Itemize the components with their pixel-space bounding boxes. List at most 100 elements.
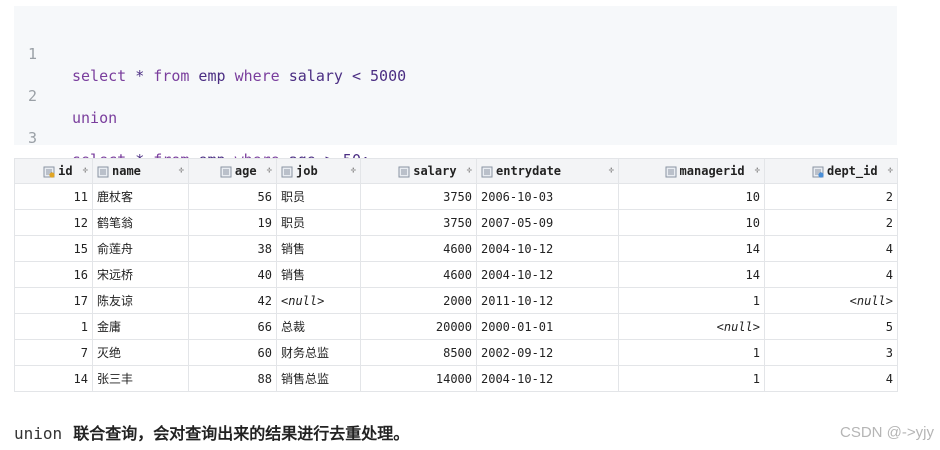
cell-entrydate[interactable]: 2004-10-12 bbox=[476, 261, 619, 288]
cell-managerid[interactable]: 10 bbox=[618, 209, 765, 236]
sql-token: * bbox=[126, 67, 154, 85]
sort-icon[interactable]: ÷ bbox=[179, 166, 184, 176]
cell-salary[interactable]: 3750 bbox=[360, 209, 477, 236]
cell-dept_id[interactable]: 5 bbox=[764, 313, 898, 340]
cell-salary[interactable]: 2000 bbox=[360, 287, 477, 314]
sort-icon[interactable]: ÷ bbox=[888, 166, 893, 176]
cell-dept_id[interactable]: <null> bbox=[764, 287, 898, 314]
cell-dept_id[interactable]: 4 bbox=[764, 235, 898, 262]
cell-salary[interactable]: 3750 bbox=[360, 183, 477, 210]
cell-job[interactable]: 销售总监 bbox=[276, 365, 361, 392]
sort-icon[interactable]: ÷ bbox=[267, 166, 272, 176]
column-header-label: job bbox=[296, 164, 318, 178]
table-row[interactable]: 14 张三丰 88 销售总监 14000 2004-10-12 1 4 bbox=[14, 365, 898, 392]
cell-name[interactable]: 陈友谅 bbox=[92, 287, 189, 314]
cell-entrydate[interactable]: 2004-10-12 bbox=[476, 235, 619, 262]
cell-age[interactable]: 38 bbox=[188, 235, 277, 262]
cell-job[interactable]: 销售 bbox=[276, 235, 361, 262]
table-row[interactable]: 12 鹤笔翁 19 职员 3750 2007-05-09 10 2 bbox=[14, 209, 898, 236]
cell-name[interactable]: 金庸 bbox=[92, 313, 189, 340]
cell-managerid[interactable]: 14 bbox=[618, 235, 765, 262]
sort-icon[interactable]: ÷ bbox=[467, 166, 472, 176]
table-row[interactable]: 1 金庸 66 总裁 20000 2000-01-01 <null> 5 bbox=[14, 313, 898, 340]
column-header-label: name bbox=[112, 164, 141, 178]
cell-age[interactable]: 88 bbox=[188, 365, 277, 392]
cell-age[interactable]: 42 bbox=[188, 287, 277, 314]
cell-managerid[interactable]: 1 bbox=[618, 287, 765, 314]
column-icon bbox=[481, 164, 493, 178]
cell-dept_id[interactable]: 2 bbox=[764, 183, 898, 210]
cell-salary[interactable]: 4600 bbox=[360, 261, 477, 288]
cell-name[interactable]: 鹤笔翁 bbox=[92, 209, 189, 236]
cell-entrydate[interactable]: 2004-10-12 bbox=[476, 365, 619, 392]
table-row[interactable]: 7 灭绝 60 财务总监 8500 2002-09-12 1 3 bbox=[14, 339, 898, 366]
cell-id[interactable]: 17 bbox=[14, 287, 93, 314]
sql-keyword: where bbox=[234, 67, 280, 85]
column-header-managerid[interactable]: managerid ÷ bbox=[618, 158, 765, 184]
cell-dept_id[interactable]: 4 bbox=[764, 365, 898, 392]
cell-job[interactable]: <null> bbox=[276, 287, 361, 314]
cell-dept_id[interactable]: 2 bbox=[764, 209, 898, 236]
cell-id[interactable]: 11 bbox=[14, 183, 93, 210]
cell-id[interactable]: 7 bbox=[14, 339, 93, 366]
cell-managerid[interactable]: 10 bbox=[618, 183, 765, 210]
sort-icon[interactable]: ÷ bbox=[351, 166, 356, 176]
column-header-salary[interactable]: salary ÷ bbox=[360, 158, 477, 184]
sql-keyword: select bbox=[72, 67, 127, 85]
cell-entrydate[interactable]: 2000-01-01 bbox=[476, 313, 619, 340]
code-line-2: 2 union bbox=[14, 63, 117, 127]
description-text: 联合查询，会对查询出来的结果进行去重处理。 bbox=[73, 424, 410, 443]
cell-job[interactable]: 总裁 bbox=[276, 313, 361, 340]
column-header-name[interactable]: name ÷ bbox=[92, 158, 189, 184]
cell-entrydate[interactable]: 2007-05-09 bbox=[476, 209, 619, 236]
sort-icon[interactable]: ÷ bbox=[83, 166, 88, 176]
cell-name[interactable]: 俞莲舟 bbox=[92, 235, 189, 262]
cell-age[interactable]: 56 bbox=[188, 183, 277, 210]
column-icon bbox=[398, 164, 410, 178]
cell-salary[interactable]: 20000 bbox=[360, 313, 477, 340]
cell-age[interactable]: 60 bbox=[188, 339, 277, 366]
cell-name[interactable]: 宋远桥 bbox=[92, 261, 189, 288]
cell-entrydate[interactable]: 2006-10-03 bbox=[476, 183, 619, 210]
cell-id[interactable]: 12 bbox=[14, 209, 93, 236]
code-line-1: 1 select * from emp where salary < 5000 bbox=[14, 21, 406, 85]
table-row[interactable]: 17 陈友谅 42 <null> 2000 2011-10-12 1 <null> bbox=[14, 287, 898, 314]
cell-id[interactable]: 14 bbox=[14, 365, 93, 392]
cell-job[interactable]: 财务总监 bbox=[276, 339, 361, 366]
cell-job[interactable]: 职员 bbox=[276, 209, 361, 236]
cell-entrydate[interactable]: 2011-10-12 bbox=[476, 287, 619, 314]
cell-age[interactable]: 19 bbox=[188, 209, 277, 236]
column-header-entrydate[interactable]: entrydate ÷ bbox=[476, 158, 619, 184]
table-row[interactable]: 15 俞莲舟 38 销售 4600 2004-10-12 14 4 bbox=[14, 235, 898, 262]
sort-icon[interactable]: ÷ bbox=[609, 166, 614, 176]
code-text: select * from emp where salary < 5000 bbox=[72, 65, 406, 87]
sql-code-block: 1 select * from emp where salary < 5000 … bbox=[14, 6, 897, 169]
cell-salary[interactable]: 4600 bbox=[360, 235, 477, 262]
cell-dept_id[interactable]: 3 bbox=[764, 339, 898, 366]
cell-managerid[interactable]: 1 bbox=[618, 365, 765, 392]
cell-id[interactable]: 1 bbox=[14, 313, 93, 340]
cell-salary[interactable]: 8500 bbox=[360, 339, 477, 366]
table-row[interactable]: 11 鹿杖客 56 职员 3750 2006-10-03 10 2 bbox=[14, 183, 898, 210]
cell-id[interactable]: 16 bbox=[14, 261, 93, 288]
column-header-age[interactable]: age ÷ bbox=[188, 158, 277, 184]
cell-name[interactable]: 灭绝 bbox=[92, 339, 189, 366]
cell-age[interactable]: 40 bbox=[188, 261, 277, 288]
cell-name[interactable]: 鹿杖客 bbox=[92, 183, 189, 210]
table-row[interactable]: 16 宋远桥 40 销售 4600 2004-10-12 14 4 bbox=[14, 261, 898, 288]
cell-dept_id[interactable]: 4 bbox=[764, 261, 898, 288]
column-header-id[interactable]: id ÷ bbox=[14, 158, 93, 184]
cell-entrydate[interactable]: 2002-09-12 bbox=[476, 339, 619, 366]
cell-managerid[interactable]: <null> bbox=[618, 313, 765, 340]
cell-name[interactable]: 张三丰 bbox=[92, 365, 189, 392]
cell-managerid[interactable]: 14 bbox=[618, 261, 765, 288]
cell-job[interactable]: 销售 bbox=[276, 261, 361, 288]
column-header-dept_id[interactable]: dept_id ÷ bbox=[764, 158, 898, 184]
cell-managerid[interactable]: 1 bbox=[618, 339, 765, 366]
cell-id[interactable]: 15 bbox=[14, 235, 93, 262]
sort-icon[interactable]: ÷ bbox=[755, 166, 760, 176]
cell-job[interactable]: 职员 bbox=[276, 183, 361, 210]
column-header-job[interactable]: job ÷ bbox=[276, 158, 361, 184]
cell-age[interactable]: 66 bbox=[188, 313, 277, 340]
cell-salary[interactable]: 14000 bbox=[360, 365, 477, 392]
